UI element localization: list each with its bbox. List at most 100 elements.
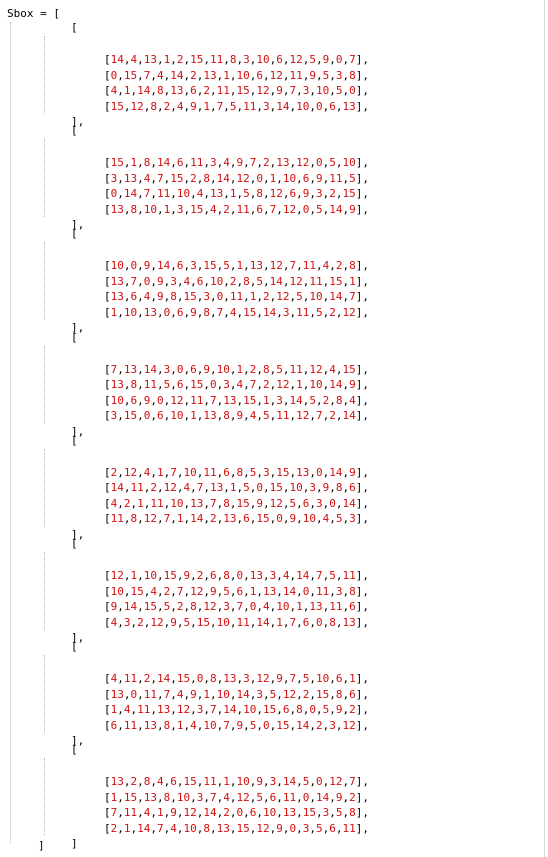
- sbox-value: 3: [223, 600, 230, 613]
- sbox-value: 9: [210, 584, 217, 598]
- sbox-value: 6: [190, 362, 197, 376]
- sbox-value: 6: [176, 259, 184, 273]
- sbox-value: 2: [335, 259, 343, 273]
- sbox-value: 8: [203, 171, 210, 185]
- sbox-value: 0: [316, 615, 323, 629]
- sbox-value: 10: [123, 305, 138, 319]
- sbox-value: 11: [342, 569, 356, 582]
- sbox-value: 5: [335, 84, 343, 97]
- sbox-value: 5: [223, 259, 230, 273]
- sbox-value: 7: [176, 584, 184, 598]
- sbox-value: 12: [256, 821, 270, 835]
- sbox-row: [14,4,13,1,2,15,11,8,3,10,6,12,5,9,0,7],: [104, 53, 369, 66]
- sbox-value: 11: [190, 393, 204, 407]
- sbox-value: 8: [296, 703, 303, 717]
- sbox-value: 8: [223, 409, 230, 423]
- sbox-value: 10: [309, 378, 323, 392]
- sbox-value: 6: [190, 84, 197, 97]
- sbox-block: [ [14,4,13,1,2,15,11,8,3,10,6,12,5,9,0,7]…: [0, 20, 540, 128]
- sbox-row: [13,2,8,4,6,15,11,1,10,9,3,14,5,0,12,7],: [104, 775, 369, 789]
- block-open-bracket: [: [71, 21, 78, 34]
- sbox-value: 12: [282, 202, 297, 216]
- sbox-value: 14: [143, 362, 157, 376]
- sbox-value: 9: [349, 465, 356, 479]
- sbox-value: 14: [282, 775, 297, 789]
- sbox-value: 2: [223, 806, 230, 820]
- sbox-row: [15,1,8,14,6,11,3,4,9,7,2,13,12,0,5,10],: [104, 156, 369, 170]
- sbox-value: 0: [256, 171, 263, 185]
- sbox-value: 12: [130, 99, 144, 113]
- sbox-value: 1: [190, 409, 197, 423]
- sbox-value: 13: [210, 187, 224, 201]
- sbox-value: 9: [349, 202, 356, 216]
- sbox-value: 13: [110, 378, 124, 392]
- sbox-value: 12: [276, 378, 290, 392]
- sbox-value: 10: [342, 156, 356, 170]
- sbox-value: 1: [203, 687, 210, 701]
- indent-guide: [44, 345, 45, 424]
- sbox-value: 9: [256, 496, 263, 510]
- sbox-value: 14: [282, 584, 297, 598]
- sbox-block: [[10,0,9,14,6,3,15,5,1,13,12,7,11,4,2,8]…: [0, 226, 540, 334]
- sbox-value: 8: [243, 274, 250, 288]
- sbox-value: 12: [150, 615, 164, 629]
- sbox-value: 2: [329, 187, 336, 201]
- sbox-value: 11: [143, 378, 157, 392]
- sbox-value: 15: [190, 202, 204, 216]
- sbox-value: 9: [276, 821, 283, 835]
- sbox-value: 4: [229, 305, 237, 319]
- sbox-row: [12,1,10,15,9,2,6,8,0,13,3,4,14,7,5,11],: [104, 569, 369, 582]
- sbox-value: 0: [176, 362, 184, 376]
- sbox-value: 13: [110, 202, 124, 216]
- editor-edge: [544, 0, 545, 857]
- sbox-value: 14: [263, 305, 277, 319]
- sbox-value: 9: [203, 362, 210, 376]
- sbox-value: 3: [243, 672, 250, 686]
- sbox-value: 14: [316, 790, 330, 804]
- sbox-value: 11: [302, 259, 316, 273]
- sbox-value: 10: [110, 393, 124, 407]
- sbox-value: 6: [282, 703, 290, 717]
- sbox-value: 8: [157, 84, 164, 97]
- sbox-value: 12: [289, 274, 303, 288]
- sbox-value: 11: [236, 615, 250, 629]
- block-open-bracket: [: [71, 537, 78, 550]
- sbox-value: 15: [143, 600, 157, 613]
- sbox-value: 13: [296, 465, 310, 479]
- sbox-value: 4: [223, 156, 230, 170]
- sbox-value: 10: [143, 569, 157, 582]
- sbox-value: 3: [263, 99, 270, 113]
- sbox-row: [9,14,15,5,2,8,12,3,7,0,4,10,1,13,11,6],: [104, 600, 369, 613]
- sbox-value: 14: [110, 481, 124, 495]
- sbox-value: 14: [223, 703, 237, 717]
- sbox-value: 9: [157, 290, 164, 304]
- sbox-value: 15: [110, 156, 124, 170]
- indent-guide: [44, 758, 45, 837]
- sbox-value: 6: [349, 600, 356, 613]
- sbox-value: 12: [276, 290, 290, 304]
- sbox-value: 13: [249, 259, 263, 273]
- sbox-value: 0: [316, 156, 323, 170]
- sbox-value: 6: [335, 672, 343, 686]
- sbox-value: 1: [203, 99, 210, 113]
- sbox-value: 10: [263, 806, 277, 820]
- indent-guide: [44, 552, 45, 630]
- sbox-value: 14: [157, 156, 171, 170]
- code-editor[interactable]: Sbox = [ [[14,4,13,1,2,15,11,8,3,10,6,12…: [0, 0, 548, 857]
- sbox-value: 1: [176, 512, 184, 526]
- block-close-bracket: ]: [71, 837, 78, 851]
- sbox-row: [7,11,4,1,9,12,14,2,0,6,10,13,15,3,5,8],: [104, 806, 369, 820]
- sbox-value: 15: [196, 615, 210, 629]
- sbox-value: 8: [223, 496, 230, 510]
- sbox-value: 0: [157, 393, 164, 407]
- sbox-value: 2: [349, 703, 356, 717]
- sbox-value: 12: [269, 68, 283, 82]
- sbox-value: 2: [150, 481, 157, 495]
- sbox-value: 1: [349, 274, 356, 288]
- sbox-value: 5: [335, 806, 343, 820]
- sbox-value: 3: [316, 187, 323, 201]
- sbox-value: 0: [256, 481, 263, 495]
- sbox-value: 8: [150, 99, 157, 113]
- sbox-row: [13,6,4,9,8,15,3,0,11,1,2,12,5,10,14,7],: [104, 290, 369, 304]
- sbox-value: 11: [157, 187, 171, 201]
